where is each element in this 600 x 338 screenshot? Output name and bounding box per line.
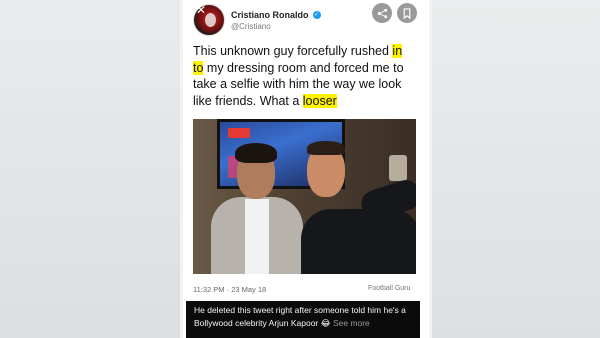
see-more-link[interactable]: See more — [333, 318, 370, 328]
photo-tv-logo — [228, 128, 250, 138]
bookmark-icon — [403, 7, 411, 19]
photo-person-right-hair — [307, 141, 345, 155]
source-credit: Football Guru — [368, 285, 411, 292]
share-button[interactable] — [372, 3, 392, 23]
close-icon[interactable]: ✕ — [196, 4, 208, 16]
background-right-panel — [432, 0, 600, 338]
display-name[interactable]: Cristiano Ronaldo — [231, 10, 309, 20]
highlighted-word: to — [193, 60, 204, 75]
share-icon — [377, 8, 387, 18]
bookmark-button[interactable] — [397, 3, 417, 23]
background-left-panel — [0, 0, 180, 338]
tweet-photo[interactable] — [193, 119, 416, 274]
tweet-timestamp: 11:32 PM · 23 May 18 — [193, 285, 267, 294]
tweet-text: This unknown guy forcefully rushed in to … — [193, 43, 421, 109]
tweet-text-part: my dressing room and forced me to take a… — [193, 60, 404, 108]
caption-text: He deleted this tweet right after someon… — [194, 305, 406, 328]
highlighted-word: looser — [302, 93, 337, 108]
user-handle[interactable]: @Cristiano — [231, 22, 271, 31]
highlighted-word: in — [392, 44, 403, 58]
photo-person-right-shirt — [301, 209, 416, 274]
verified-badge-icon: ✓ — [312, 11, 321, 19]
caption-bar: He deleted this tweet right after someon… — [186, 301, 420, 338]
tweet-text-part: This unknown guy forcefully rushed — [193, 44, 393, 58]
photo-person-left-hair — [235, 143, 277, 163]
photo-lamp — [389, 155, 407, 181]
photo-person-left-shirt — [245, 199, 269, 274]
author-name-row: Cristiano Ronaldo ✓ — [231, 10, 321, 20]
